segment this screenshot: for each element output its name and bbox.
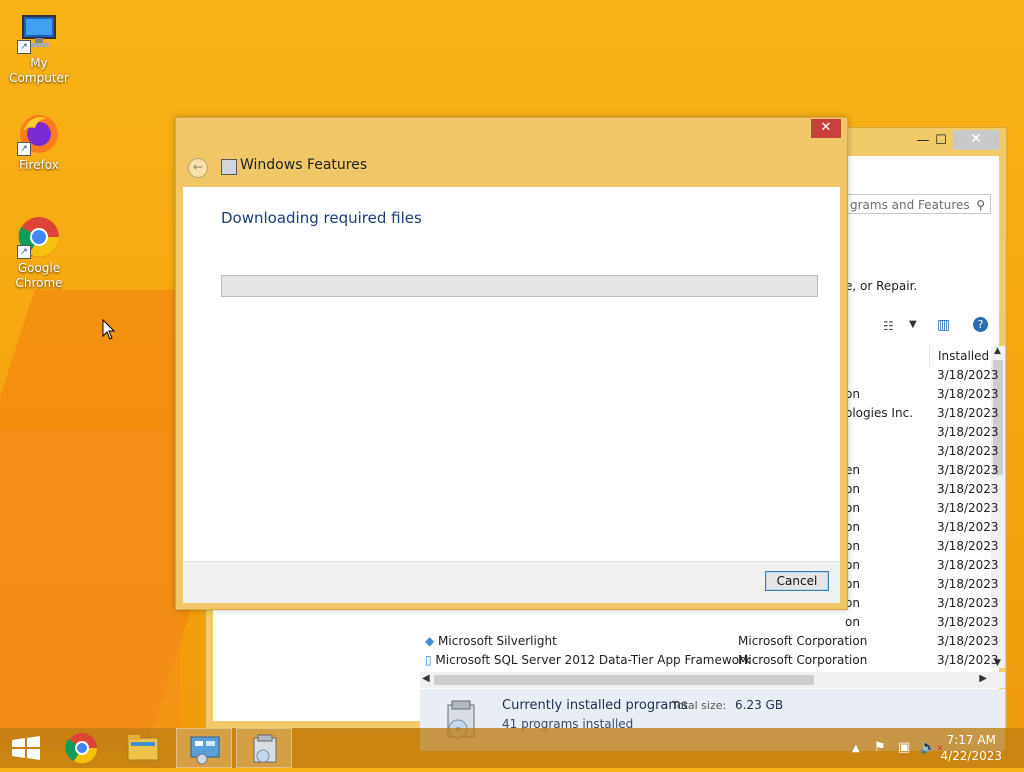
program-installed-date: 3/18/2023 — [937, 539, 999, 553]
program-installed-date: 3/18/2023 — [937, 558, 999, 572]
taskbar-control-panel[interactable] — [176, 728, 232, 768]
download-progress-bar — [221, 275, 818, 297]
scrollbar-thumb[interactable] — [434, 675, 814, 685]
column-header-installed[interactable]: Installed C — [929, 346, 998, 366]
windows-features-dialog: ✕ ← Windows Features Downloading require… — [175, 117, 848, 610]
program-name[interactable]: ▯ Microsoft SQL Server 2012 Data-Tier Ap… — [425, 651, 751, 670]
scroll-right-icon[interactable]: ▶ — [979, 673, 987, 684]
shortcut-arrow-icon: ↗ — [17, 40, 31, 54]
desktop-icon-my-computer[interactable]: ↗ My Computer — [0, 10, 78, 86]
desktop-icon-label: My Computer — [9, 56, 69, 85]
program-installed-date: 3/18/2023 — [937, 387, 999, 401]
program-publisher: on — [845, 615, 860, 629]
program-installed-date: 3/18/2023 — [937, 463, 999, 477]
start-button[interactable] — [0, 728, 56, 768]
help-icon[interactable]: ? — [973, 317, 988, 332]
program-publisher: Microsoft Corporation — [738, 634, 868, 648]
program-installed-date: 3/18/2023 — [937, 596, 999, 610]
chevron-down-icon[interactable]: ▼ — [909, 319, 917, 330]
program-name-text: Microsoft Silverlight — [438, 634, 557, 648]
repair-instruction-text: e, or Repair. — [845, 279, 918, 293]
total-size-label: Total size: — [672, 699, 727, 712]
program-icon: ◆ — [425, 634, 439, 648]
desktop-icon-chrome[interactable]: ↗ Google Chrome — [0, 215, 78, 291]
program-installed-date: 3/18/2023 — [937, 520, 999, 534]
program-installed-date: 3/18/2023 — [937, 444, 999, 458]
search-placeholder: grams and Features — [850, 198, 970, 212]
dialog-close-button[interactable]: ✕ — [811, 119, 841, 138]
program-installed-date: 3/18/2023 — [937, 406, 999, 420]
installer-box-icon — [253, 734, 277, 763]
preview-pane-icon[interactable]: ▥ — [937, 317, 950, 333]
clock-time: 7:17 AM — [946, 733, 996, 747]
wallpaper-shape-2 — [0, 430, 180, 730]
windows-features-icon — [221, 159, 237, 175]
search-icon[interactable]: ⚲ — [976, 195, 985, 213]
program-installed-date: 3/18/2023 — [937, 501, 999, 515]
shortcut-arrow-icon: ↗ — [17, 142, 31, 156]
desktop-icon-label: Google Chrome — [15, 261, 63, 290]
program-installed-date: 3/18/2023 — [937, 634, 999, 648]
scroll-up-icon[interactable]: ▲ — [994, 346, 1001, 356]
dialog-heading: Downloading required files — [221, 209, 422, 227]
mouse-cursor-icon — [102, 319, 116, 340]
window-close-button[interactable]: ✕ — [953, 130, 999, 150]
program-publisher: Microsoft Corporation — [738, 653, 868, 667]
clock-date: 4/22/2023 — [940, 749, 1002, 763]
show-hidden-icons-icon[interactable]: ▲ — [852, 743, 860, 754]
program-publisher: ologies Inc. — [845, 406, 913, 420]
program-name-text: Microsoft SQL Server 2012 Data-Tier App … — [435, 653, 751, 667]
dialog-title: Windows Features — [240, 157, 368, 173]
program-installed-date: 3/18/2023 — [937, 577, 999, 591]
desktop-icon-firefox[interactable]: ↗ Firefox — [0, 112, 78, 173]
program-installed-date: 3/18/2023 — [937, 482, 999, 496]
program-installed-date: 3/18/2023 — [937, 653, 999, 667]
program-icon: ▯ — [425, 653, 436, 667]
desktop-icon-label: Firefox — [19, 158, 59, 172]
view-options-icon[interactable]: ☷ — [883, 319, 894, 333]
control-panel-icon — [190, 736, 220, 765]
scroll-left-icon[interactable]: ◀ — [422, 673, 430, 684]
taskbar-chrome[interactable] — [54, 728, 110, 768]
cancel-button[interactable]: Cancel — [765, 571, 829, 591]
action-center-flag-icon[interactable]: ⚑ — [874, 740, 886, 755]
program-installed-date: 3/18/2023 — [937, 425, 999, 439]
system-clock[interactable]: 7:17 AM 4/22/2023 — [940, 732, 1002, 764]
network-icon[interactable]: ▣ — [898, 740, 910, 755]
program-installed-date: 3/18/2023 — [937, 368, 999, 382]
dialog-body: Downloading required files — [183, 187, 840, 561]
dialog-footer: Cancel — [183, 561, 840, 603]
total-size-value: 6.23 GB — [735, 698, 784, 712]
chrome-icon: ↗ — [17, 215, 61, 259]
back-arrow-icon[interactable]: ← — [188, 158, 208, 178]
program-name[interactable]: ◆ Microsoft Silverlight — [425, 632, 557, 651]
shortcut-arrow-icon: ↗ — [17, 245, 31, 259]
program-installed-date: 3/18/2023 — [937, 615, 999, 629]
search-input[interactable]: grams and Features ⚲ — [845, 194, 991, 214]
taskbar: ▲ ⚑ ▣ 🔈✕ 7:17 AM 4/22/2023 — [0, 728, 1024, 768]
chrome-icon — [65, 733, 98, 764]
taskbar-file-explorer[interactable] — [114, 728, 170, 768]
horizontal-scrollbar[interactable]: ◀ ▶ — [420, 672, 1005, 688]
firefox-icon: ↗ — [17, 112, 61, 156]
computer-icon: ↗ — [17, 10, 61, 54]
folder-icon — [127, 735, 159, 761]
command-bar: ☷ ▼ ▥ ? — [845, 315, 1005, 341]
taskbar-windows-features[interactable] — [236, 728, 292, 768]
windows-logo-icon — [12, 736, 40, 760]
status-title: Currently installed programs — [502, 698, 688, 713]
